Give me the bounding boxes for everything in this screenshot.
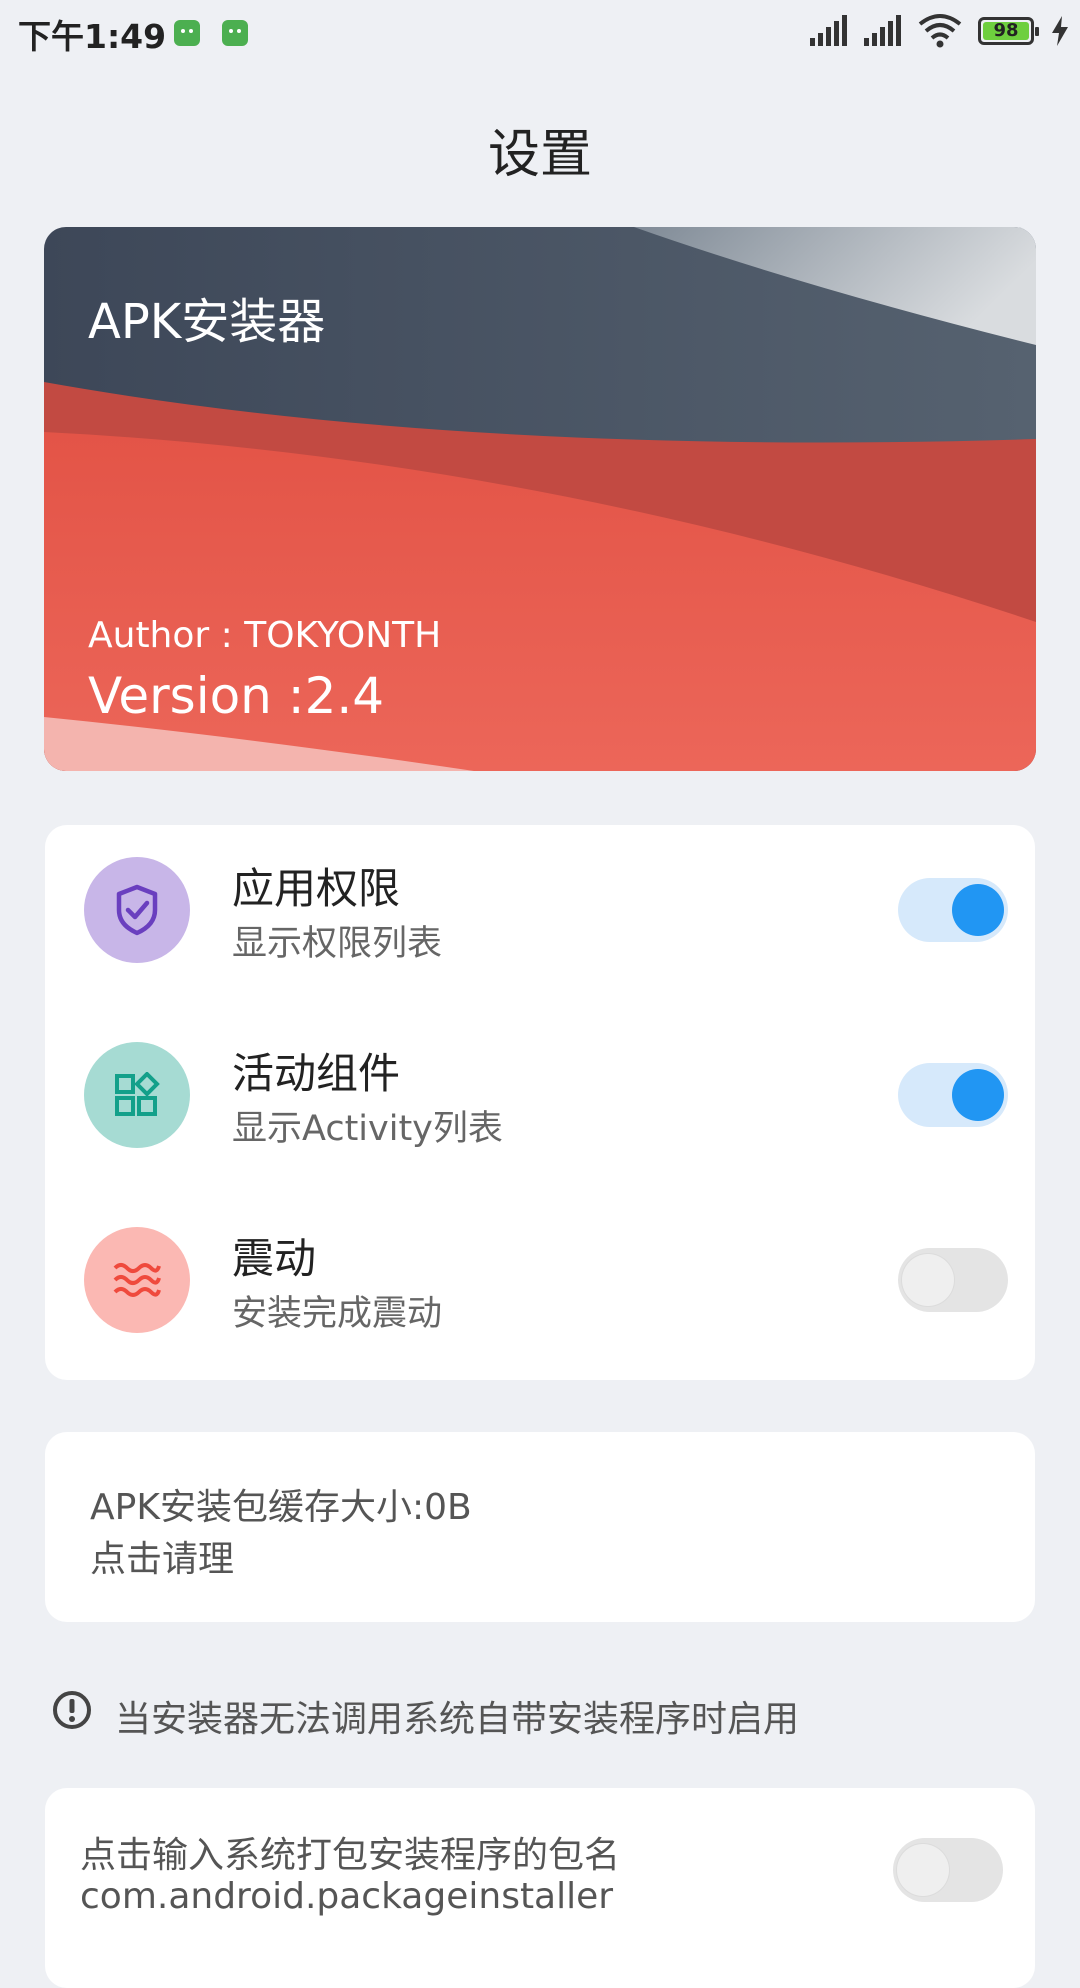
notification-app-icon [174, 20, 200, 46]
setting-row-activities[interactable]: 活动组件 显示Activity列表 [45, 1020, 1035, 1170]
battery-icon: 98 [978, 17, 1039, 45]
setting-subtitle: 安装完成震动 [232, 1294, 443, 1334]
cache-card[interactable]: APK安装包缓存大小:0B 点击请理 [45, 1432, 1035, 1622]
activities-toggle[interactable] [898, 1063, 1008, 1127]
setting-subtitle: 显示Activity列表 [232, 1109, 503, 1149]
setting-row-vibration[interactable]: 震动 安装完成震动 [45, 1205, 1035, 1355]
app-name: APK安装器 [88, 294, 326, 350]
version-label: Version :2.4 [88, 667, 385, 725]
vibration-waves-icon [84, 1227, 190, 1333]
system-installer-toggle[interactable] [893, 1838, 1003, 1902]
battery-level: 98 [993, 20, 1019, 41]
note-text: 当安装器无法调用系统自带安装程序时启用 [115, 1699, 800, 1740]
author-label: Author : TOKYONTH [88, 615, 442, 656]
app-banner: APK安装器 Author : TOKYONTH Version :2.4 [44, 227, 1036, 771]
settings-card: 应用权限 显示权限列表 活动组件 显示Activity列表 震动 安装完成震动 [45, 825, 1035, 1380]
setting-title: 活动组件 [232, 1049, 401, 1098]
widgets-icon [84, 1042, 190, 1148]
cache-size-label: APK安装包缓存大小:0B [90, 1487, 472, 1528]
status-time: 下午1:49 [18, 17, 167, 56]
package-input-hint: 点击输入系统打包安装程序的包名 [80, 1835, 621, 1876]
clear-cache-label: 点击请理 [90, 1539, 235, 1580]
permissions-toggle[interactable] [898, 878, 1008, 942]
notification-app-icon [222, 20, 248, 46]
setting-subtitle: 显示权限列表 [232, 924, 443, 964]
installer-note: 当安装器无法调用系统自带安装程序时启用 [52, 1690, 1032, 1740]
signal-icon [864, 15, 901, 46]
page-title: 设置 [487, 125, 592, 185]
setting-title: 震动 [232, 1234, 317, 1283]
info-exclamation-icon [53, 1691, 91, 1729]
shield-check-icon [84, 857, 190, 963]
setting-row-permissions[interactable]: 应用权限 显示权限列表 [45, 835, 1035, 985]
package-name: com.android.packageinstaller [80, 1876, 614, 1917]
status-bar: 下午1:49 98 [0, 0, 1080, 64]
setting-title: 应用权限 [232, 864, 401, 913]
wifi-icon [918, 14, 962, 48]
package-card[interactable]: 点击输入系统打包安装程序的包名 com.android.packageinsta… [45, 1788, 1035, 1988]
signal-icon [810, 15, 847, 46]
vibration-toggle[interactable] [898, 1248, 1008, 1312]
charging-icon [1052, 16, 1068, 46]
